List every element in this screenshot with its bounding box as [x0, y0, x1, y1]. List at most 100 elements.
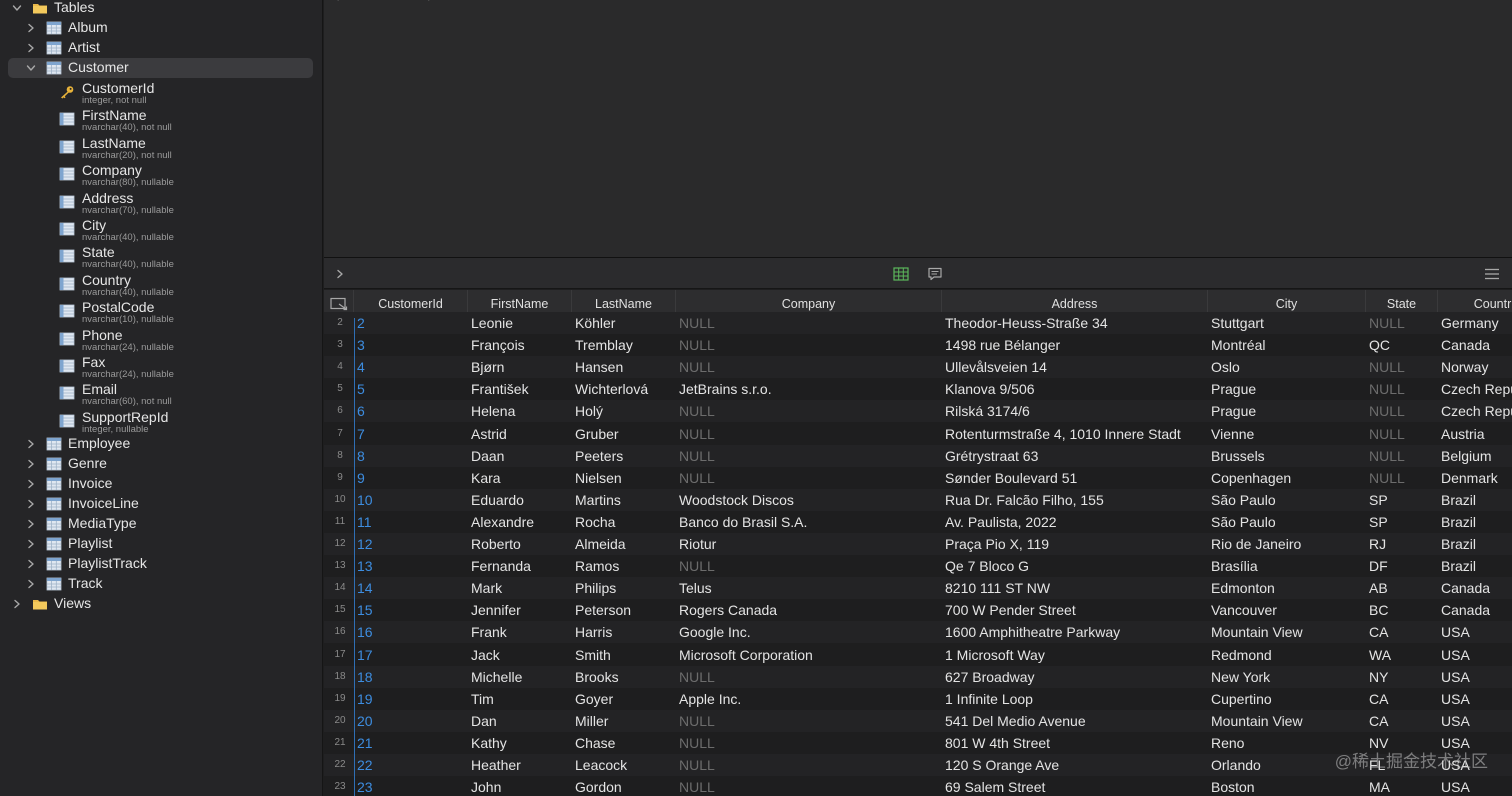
cell-country[interactable]: Norway [1439, 356, 1512, 378]
table-row[interactable]: 20 20 Dan Miller NULL 541 Del Medio Avenue Mou… [324, 709, 1512, 732]
cell-city[interactable]: Rio de Janeiro [1209, 533, 1365, 555]
cell-company[interactable]: NULL [677, 334, 941, 356]
cell-country[interactable]: Czech Repu [1439, 400, 1512, 422]
tree-table-employee[interactable]: Employee [0, 434, 322, 454]
cell-address[interactable]: Praça Pio X, 119 [943, 533, 1207, 555]
chevron-right-icon[interactable] [26, 23, 36, 33]
cell-last[interactable]: Martins [573, 489, 675, 511]
cell-last[interactable]: Hansen [573, 356, 675, 378]
cell-id[interactable]: 16 [355, 621, 467, 643]
tree-table-playlist[interactable]: Playlist [0, 534, 322, 554]
cell-city[interactable]: Mountain View [1209, 710, 1365, 732]
cell-id[interactable]: 10 [355, 489, 467, 511]
cell-company[interactable]: NULL [677, 732, 941, 754]
cell-id[interactable]: 23 [355, 776, 467, 796]
cell-company[interactable]: NULL [677, 555, 941, 577]
cell-last[interactable]: Rocha [573, 511, 675, 533]
cell-city[interactable]: Copenhagen [1209, 467, 1365, 489]
cell-last[interactable]: Miller [573, 710, 675, 732]
tree-column-postal-code[interactable]: PostalCode nvarchar(10), nullable [0, 299, 322, 326]
cell-city[interactable]: Brasília [1209, 555, 1365, 577]
cell-address[interactable]: 700 W Pender Street [943, 599, 1207, 621]
tree-column-email[interactable]: Email nvarchar(60), not null [0, 381, 322, 408]
cell-company[interactable]: Microsoft Corporation [677, 644, 941, 666]
cell-state[interactable]: RJ [1367, 533, 1437, 555]
tree-column-phone[interactable]: Phone nvarchar(24), nullable [0, 327, 322, 354]
cell-address[interactable]: Sønder Boulevard 51 [943, 467, 1207, 489]
query-editor[interactable]: · · [324, 0, 1512, 257]
cell-state[interactable]: AB [1367, 577, 1437, 599]
cell-first[interactable]: Daan [469, 445, 571, 467]
cell-last[interactable]: Harris [573, 621, 675, 643]
cell-city[interactable]: São Paulo [1209, 511, 1365, 533]
cell-first[interactable]: François [469, 334, 571, 356]
cell-first[interactable]: Frank [469, 621, 571, 643]
tree-table-track[interactable]: Track [0, 574, 322, 594]
chevron-right-icon[interactable] [26, 559, 36, 569]
cell-city[interactable]: Mountain View [1209, 621, 1365, 643]
cell-last[interactable]: Goyer [573, 688, 675, 710]
tree-table-album[interactable]: Album [0, 18, 322, 38]
cell-city[interactable]: Boston [1209, 776, 1365, 796]
cell-last[interactable]: Chase [573, 732, 675, 754]
cell-country[interactable]: Canada [1439, 334, 1512, 356]
tree-column-city[interactable]: City nvarchar(40), nullable [0, 217, 322, 244]
cell-country[interactable]: Austria [1439, 423, 1512, 445]
cell-address[interactable]: Theodor-Heuss-Straße 34 [943, 312, 1207, 334]
tree-table-playlist-track[interactable]: PlaylistTrack [0, 554, 322, 574]
cell-address[interactable]: 541 Del Medio Avenue [943, 710, 1207, 732]
cell-first[interactable]: Mark [469, 577, 571, 599]
table-row[interactable]: 8 8 Daan Peeters NULL Grétrystraat 63 Brussels… [324, 444, 1512, 467]
cell-last[interactable]: Leacock [573, 754, 675, 776]
cell-company[interactable]: Google Inc. [677, 621, 941, 643]
cell-first[interactable]: Jennifer [469, 599, 571, 621]
grid-view-icon[interactable] [893, 266, 909, 282]
cell-address[interactable]: Av. Paulista, 2022 [943, 511, 1207, 533]
cell-company[interactable]: NULL [677, 710, 941, 732]
cell-address[interactable]: Rua Dr. Falcão Filho, 155 [943, 489, 1207, 511]
tree-column-country[interactable]: Country nvarchar(40), nullable [0, 272, 322, 299]
cell-first[interactable]: Kathy [469, 732, 571, 754]
chevron-right-icon[interactable] [26, 519, 36, 529]
tree-column-first-name[interactable]: FirstName nvarchar(40), not null [0, 107, 322, 134]
table-row[interactable]: 12 12 Roberto Almeida Riotur Praça Pio X, 119… [324, 533, 1512, 555]
cell-last[interactable]: Almeida [573, 533, 675, 555]
table-row[interactable]: 3 3 François Tremblay NULL 1498 rue Bélanger M… [324, 334, 1512, 357]
cell-id[interactable]: 8 [355, 445, 467, 467]
cell-country[interactable]: Brazil [1439, 511, 1512, 533]
cell-country[interactable]: USA [1439, 710, 1512, 732]
tree-folder-tables[interactable]: Tables [0, 0, 322, 18]
cell-address[interactable]: Rilská 3174/6 [943, 400, 1207, 422]
cell-address[interactable]: Qe 7 Bloco G [943, 555, 1207, 577]
cell-id[interactable]: 11 [355, 511, 467, 533]
cell-city[interactable]: Cupertino [1209, 688, 1365, 710]
cell-state[interactable]: NULL [1367, 312, 1437, 334]
table-row[interactable]: 23 23 John Gordon NULL 69 Salem Street Boston M… [324, 776, 1512, 796]
tree-table-invoice[interactable]: Invoice [0, 474, 322, 494]
cell-address[interactable]: 120 S Orange Ave [943, 754, 1207, 776]
cell-company[interactable]: NULL [677, 467, 941, 489]
menu-icon[interactable] [1484, 266, 1500, 282]
cell-company[interactable]: Riotur [677, 533, 941, 555]
cell-state[interactable]: NULL [1367, 356, 1437, 378]
cell-first[interactable]: František [469, 378, 571, 400]
cell-last[interactable]: Gordon [573, 776, 675, 796]
tree-column-fax[interactable]: Fax nvarchar(24), nullable [0, 354, 322, 381]
cell-last[interactable]: Peterson [573, 599, 675, 621]
tree-column-last-name[interactable]: LastName nvarchar(20), not null [0, 135, 322, 162]
cell-address[interactable]: 69 Salem Street [943, 776, 1207, 796]
chevron-right-icon[interactable] [26, 479, 36, 489]
cell-last[interactable]: Peeters [573, 445, 675, 467]
cell-id[interactable]: 22 [355, 754, 467, 776]
table-row[interactable]: 14 14 Mark Philips Telus 8210 111 ST NW Edmont… [324, 577, 1512, 600]
cell-city[interactable]: Oslo [1209, 356, 1365, 378]
cell-first[interactable]: Alexandre [469, 511, 571, 533]
table-row[interactable]: 16 16 Frank Harris Google Inc. 1600 Amphithea… [324, 621, 1512, 644]
cell-company[interactable]: Woodstock Discos [677, 489, 941, 511]
cell-company[interactable]: Rogers Canada [677, 599, 941, 621]
chevron-right-icon[interactable] [26, 539, 36, 549]
table-row[interactable]: 4 4 Bjørn Hansen NULL Ullevålsveien 14 Oslo NUL… [324, 356, 1512, 379]
cell-last[interactable]: Wichterlová [573, 378, 675, 400]
cell-last[interactable]: Gruber [573, 423, 675, 445]
cell-address[interactable]: 1600 Amphitheatre Parkway [943, 621, 1207, 643]
